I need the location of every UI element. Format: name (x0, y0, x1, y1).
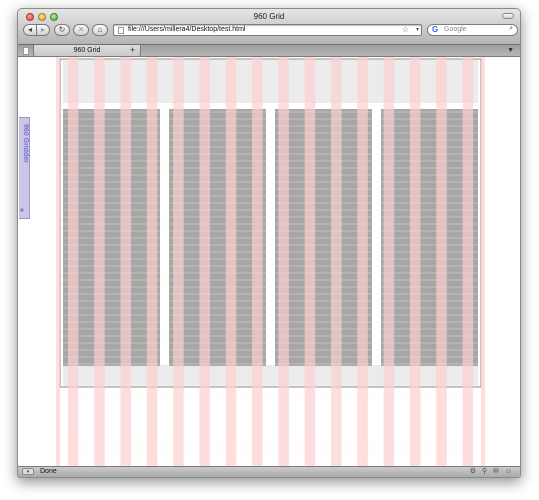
url-dropdown-icon[interactable]: ▾ (416, 26, 419, 33)
grid-column (94, 57, 105, 468)
grid-column (462, 57, 474, 468)
bookmark-star-icon[interactable]: ☆ (402, 25, 409, 34)
grid-column (481, 57, 485, 468)
gridder-panel-tab[interactable]: 960 Gridder » (19, 117, 30, 219)
grid-column (331, 57, 342, 468)
grid-overlay (56, 57, 485, 468)
back-button[interactable]: ◂ (23, 24, 37, 36)
grid-column (120, 57, 132, 468)
expand-chevron-icon[interactable]: » (20, 207, 24, 214)
search-box[interactable]: G Google ⌕ (427, 24, 518, 36)
search-icon[interactable]: ⌕ (509, 25, 513, 33)
forward-button[interactable]: ▸ (36, 24, 50, 36)
page-icon (118, 27, 124, 34)
window-title: 960 Grid (253, 12, 285, 21)
new-tab-button[interactable]: + (130, 45, 135, 56)
stop-button[interactable]: ✕ (73, 24, 89, 36)
toolbar-toggle-button[interactable] (502, 13, 514, 19)
tab-strip: 960 Grid + ▼ (18, 45, 520, 57)
page-content: 960 Gridder » (18, 57, 520, 468)
title-bar: 960 Grid ◂ ▸ ↻ ✕ ⌂ file:///Users/millera… (18, 9, 520, 45)
url-text[interactable]: file:///Users/millera4/Desktop/test.html (128, 26, 245, 33)
grid-column (383, 57, 395, 468)
grid-column (225, 57, 237, 468)
grid-column (304, 57, 316, 468)
page-icon (23, 47, 29, 55)
url-bar[interactable]: file:///Users/millera4/Desktop/test.html… (113, 24, 422, 36)
status-bar: ▾ Done ⚙ ⚲ ✉ ☺ (18, 466, 520, 477)
grid-column (199, 57, 210, 468)
grid-column (56, 57, 60, 468)
grid-column (409, 57, 421, 468)
grid-column (436, 57, 447, 468)
status-text: Done (40, 468, 57, 475)
tab-list-menu-icon[interactable]: ▼ (507, 45, 514, 56)
grid-column (252, 57, 263, 468)
grid-column (278, 57, 289, 468)
tab-960-grid[interactable]: 960 Grid (33, 45, 141, 57)
grid-column (67, 57, 79, 468)
grid-column (173, 57, 184, 468)
reload-button[interactable]: ↻ (54, 24, 70, 36)
grid-column (146, 57, 158, 468)
search-input[interactable]: Google (444, 26, 467, 33)
browser-window: 960 Grid ◂ ▸ ↻ ✕ ⌂ file:///Users/millera… (17, 8, 521, 478)
status-menu-icon[interactable]: ▾ (22, 468, 34, 475)
google-icon[interactable]: G (432, 25, 438, 34)
grid-column (357, 57, 368, 468)
home-button[interactable]: ⌂ (92, 24, 108, 36)
status-addon-icons[interactable]: ⚙ ⚲ ✉ ☺ (470, 467, 514, 475)
gridder-label: 960 Gridder (22, 124, 29, 163)
